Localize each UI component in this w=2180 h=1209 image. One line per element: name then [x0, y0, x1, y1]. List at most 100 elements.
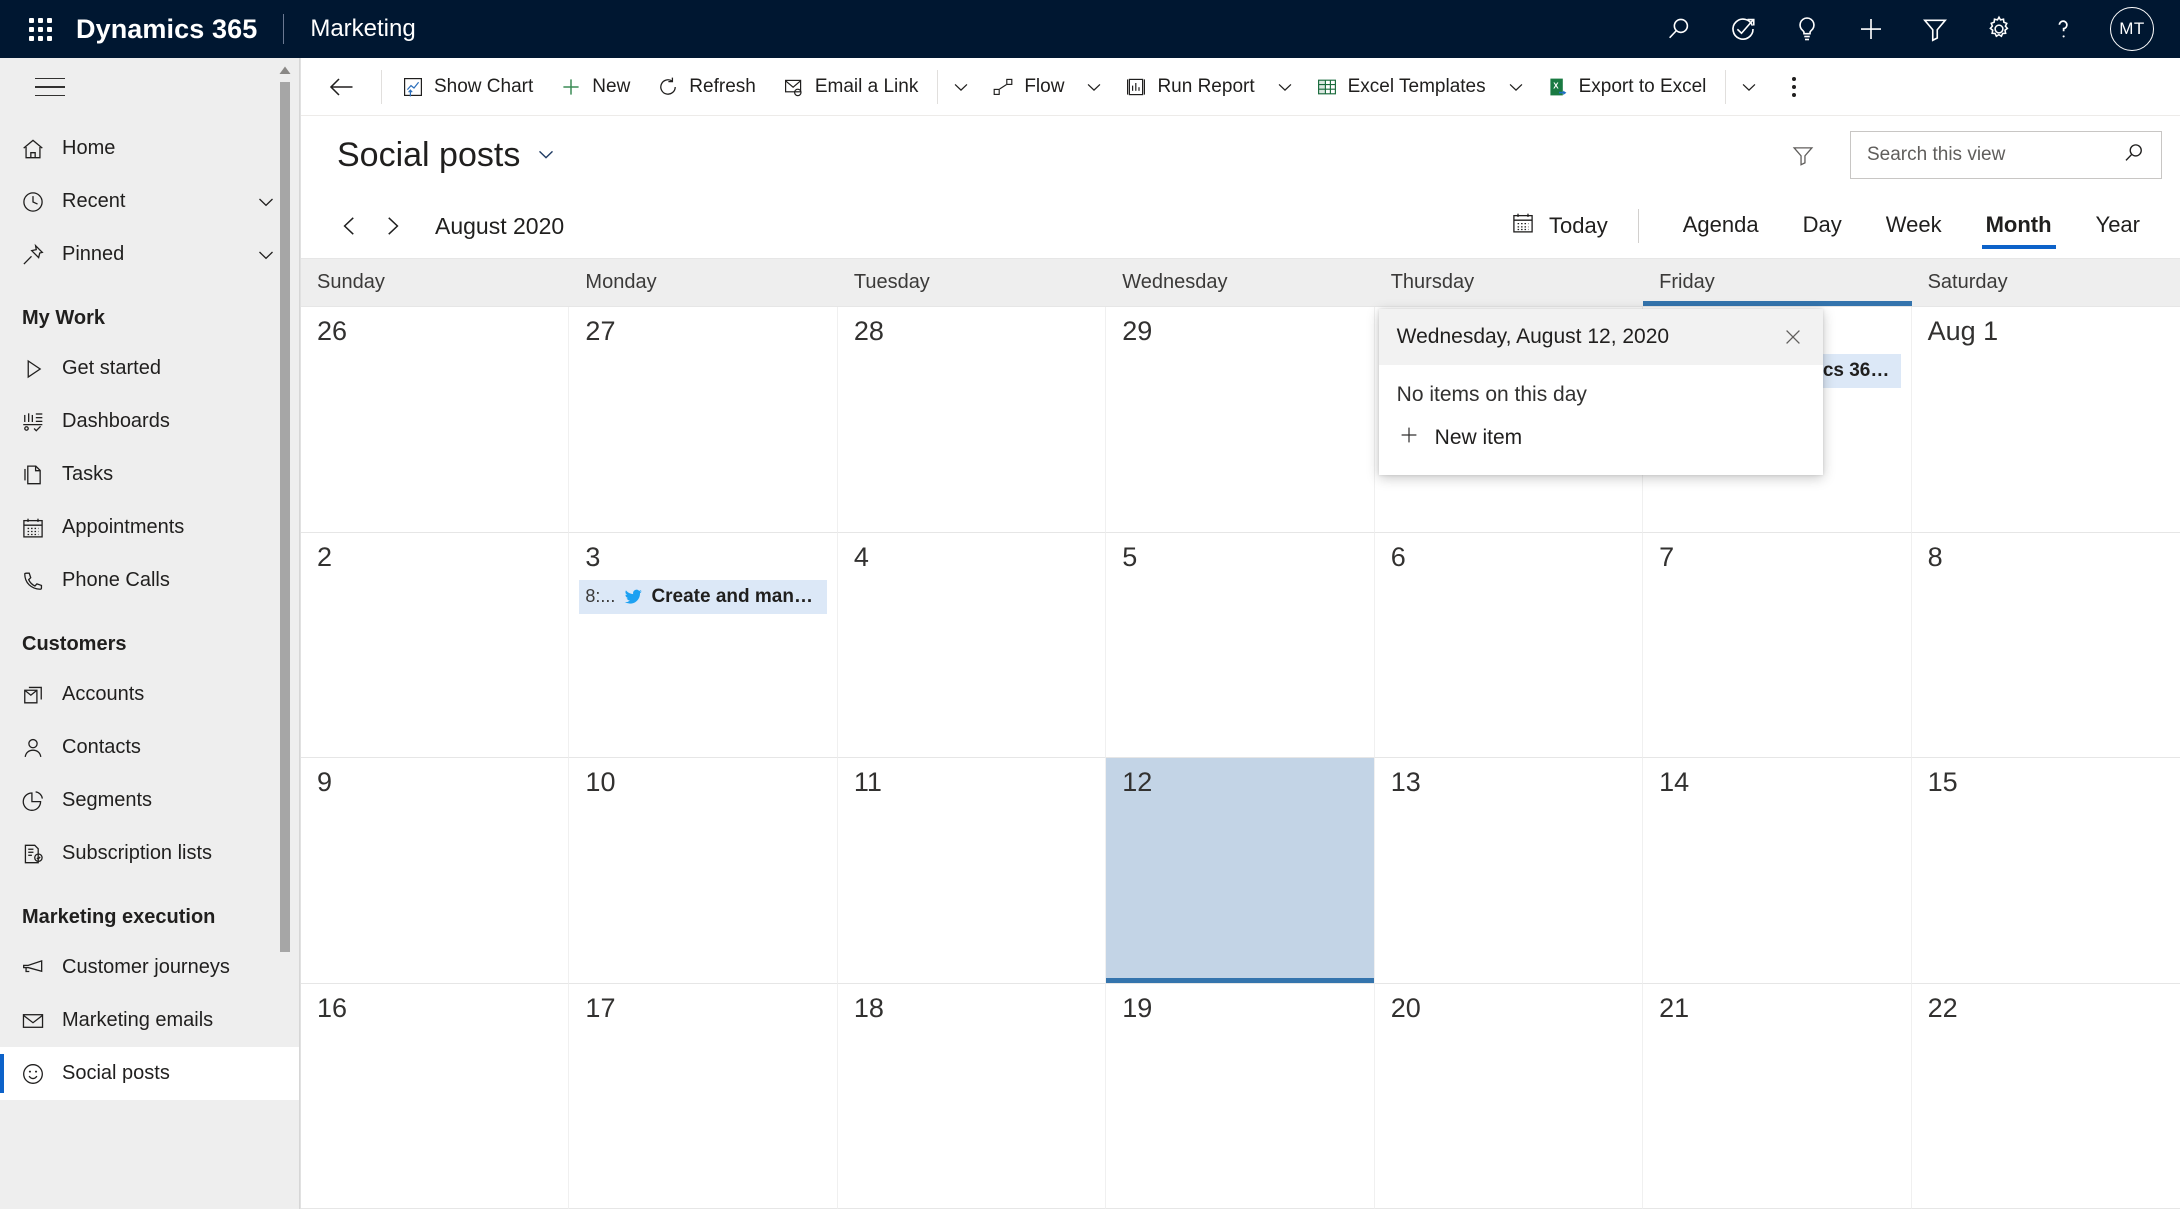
calendar-toolbar: August 2020 Today Agenda Day Week Month …	[301, 194, 2180, 258]
run-report-chevron-down-icon[interactable]	[1268, 64, 1302, 110]
sidebar-item-appointments[interactable]: Appointments	[0, 501, 300, 554]
scrollbar-thumb[interactable]	[280, 82, 290, 952]
sidebar-item-label: Appointments	[62, 516, 185, 538]
refresh-button[interactable]: Refresh	[643, 64, 769, 110]
day-cell[interactable]: 6	[1374, 532, 1644, 758]
search-icon[interactable]	[1662, 12, 1696, 46]
day-cell[interactable]: 18	[837, 983, 1107, 1209]
day-cell[interactable]: 7	[1643, 532, 1912, 758]
filter-icon[interactable]	[1782, 134, 1824, 176]
weekday-header-wednesday: Wednesday	[1122, 271, 1228, 293]
chevron-down-icon[interactable]	[254, 243, 278, 267]
day-cell[interactable]: 8	[1911, 533, 2180, 758]
search-icon[interactable]	[2121, 140, 2147, 171]
tab-day[interactable]: Day	[1781, 206, 1864, 246]
more-commands-button[interactable]	[1772, 64, 1816, 110]
day-cell[interactable]: 29	[1106, 307, 1375, 533]
day-cell[interactable]: 14	[1643, 758, 1912, 984]
clock-icon	[20, 189, 62, 215]
command-label: New	[592, 75, 631, 97]
previous-period-button[interactable]	[329, 205, 371, 247]
segments-pie-icon	[20, 788, 62, 814]
day-cell[interactable]: 13	[1374, 758, 1644, 984]
lightbulb-icon[interactable]	[1790, 12, 1824, 46]
excel-templates-chevron-down-icon[interactable]	[1499, 64, 1533, 110]
scroll-up-arrow-icon[interactable]	[279, 64, 291, 76]
sidebar-item-recent[interactable]: Recent	[0, 175, 300, 228]
day-cell[interactable]: 26	[301, 307, 570, 533]
help-icon[interactable]	[2046, 12, 2080, 46]
sidebar-item-segments[interactable]: Segments	[0, 774, 300, 827]
chevron-down-icon[interactable]	[254, 190, 278, 214]
show-chart-button[interactable]: Show Chart	[388, 64, 546, 110]
tab-agenda[interactable]: Agenda	[1661, 206, 1781, 246]
site-map-toggle-button[interactable]	[18, 58, 82, 116]
day-cell[interactable]: 16	[301, 983, 570, 1209]
sidebar-item-label: Pinned	[62, 243, 125, 265]
avatar[interactable]: MT	[2110, 7, 2154, 51]
day-cell[interactable]: 10	[569, 758, 838, 984]
sidebar-item-tasks[interactable]: Tasks	[0, 448, 300, 501]
brand-title[interactable]: Dynamics 365	[76, 14, 257, 45]
sidebar-item-customer-journeys[interactable]: Customer journeys	[0, 941, 300, 994]
day-cell[interactable]: 27	[569, 307, 838, 533]
export-to-excel-chevron-down-icon[interactable]	[1732, 64, 1766, 110]
tab-week[interactable]: Week	[1864, 206, 1964, 246]
app-launcher-button[interactable]	[18, 7, 62, 51]
relevance-search-icon[interactable]	[1726, 12, 1760, 46]
sidebar-item-social-posts[interactable]: Social posts	[0, 1047, 300, 1100]
sidebar-item-label: Home	[62, 137, 116, 159]
sidebar-item-label: Phone Calls	[62, 569, 170, 591]
flow-chevron-down-icon[interactable]	[1077, 64, 1111, 110]
day-cell[interactable]: 9	[301, 758, 570, 984]
view-selector[interactable]: Social posts	[337, 136, 558, 175]
day-cell-selected[interactable]: 12	[1106, 758, 1375, 984]
day-cell[interactable]: 15	[1911, 758, 2180, 984]
hamburger-icon	[35, 77, 65, 97]
back-button[interactable]	[319, 64, 365, 110]
sidebar-item-home[interactable]: Home	[0, 122, 300, 175]
day-cell[interactable]: 20	[1374, 983, 1644, 1209]
email-a-link-button[interactable]: Email a Link	[769, 64, 932, 110]
day-cell[interactable]: 5	[1106, 532, 1375, 758]
day-cell[interactable]: 19	[1106, 983, 1375, 1209]
day-cell[interactable]: 4	[837, 532, 1107, 758]
gear-icon[interactable]	[1982, 12, 2016, 46]
close-icon[interactable]	[1775, 319, 1811, 355]
flow-button[interactable]: Flow	[978, 64, 1077, 110]
day-cell[interactable]: 22	[1911, 984, 2180, 1209]
smiley-icon	[20, 1061, 62, 1087]
day-cell[interactable]: 17	[569, 983, 838, 1209]
calendar-event[interactable]: 8:... Create and manag...	[579, 579, 827, 614]
today-button[interactable]: Today	[1502, 210, 1616, 242]
tab-year[interactable]: Year	[2074, 206, 2162, 246]
sidebar-item-marketing-emails[interactable]: Marketing emails	[0, 994, 300, 1047]
next-period-button[interactable]	[371, 205, 413, 247]
filter-icon[interactable]	[1918, 12, 1952, 46]
export-to-excel-button[interactable]: X Export to Excel	[1533, 64, 1720, 110]
sidebar-item-get-started[interactable]: Get started	[0, 342, 300, 395]
day-cell[interactable]: 2	[301, 532, 570, 758]
sidebar-item-phone-calls[interactable]: Phone Calls	[0, 554, 300, 607]
tab-month[interactable]: Month	[1964, 206, 2074, 249]
day-cell[interactable]: 28	[837, 307, 1107, 533]
sidebar-item-dashboards[interactable]: Dashboards	[0, 395, 300, 448]
sidebar-item-pinned[interactable]: Pinned	[0, 228, 300, 281]
sidebar-item-subscription-lists[interactable]: Subscription lists	[0, 827, 300, 880]
day-cell[interactable]: 11	[837, 758, 1107, 984]
excel-templates-button[interactable]: Excel Templates	[1302, 64, 1499, 110]
day-cell[interactable]: 21	[1643, 983, 1912, 1209]
new-item-button[interactable]: New item	[1379, 417, 1823, 459]
sidebar-item-accounts[interactable]: Accounts	[0, 668, 300, 721]
day-cell[interactable]: Aug 1	[1911, 307, 2180, 533]
new-button[interactable]: New	[546, 64, 643, 110]
sidebar-item-contacts[interactable]: Contacts	[0, 721, 300, 774]
day-cell[interactable]: 3 8:... Create and manag...	[569, 532, 838, 758]
sidebar-scrollbar[interactable]	[279, 64, 291, 1129]
plus-icon[interactable]	[1854, 12, 1888, 46]
run-report-button[interactable]: Run Report	[1111, 64, 1267, 110]
email-a-link-chevron-down-icon[interactable]	[944, 64, 978, 110]
search-box[interactable]	[1850, 131, 2162, 179]
app-name-label[interactable]: Marketing	[310, 15, 415, 43]
search-input[interactable]	[1867, 144, 2121, 166]
